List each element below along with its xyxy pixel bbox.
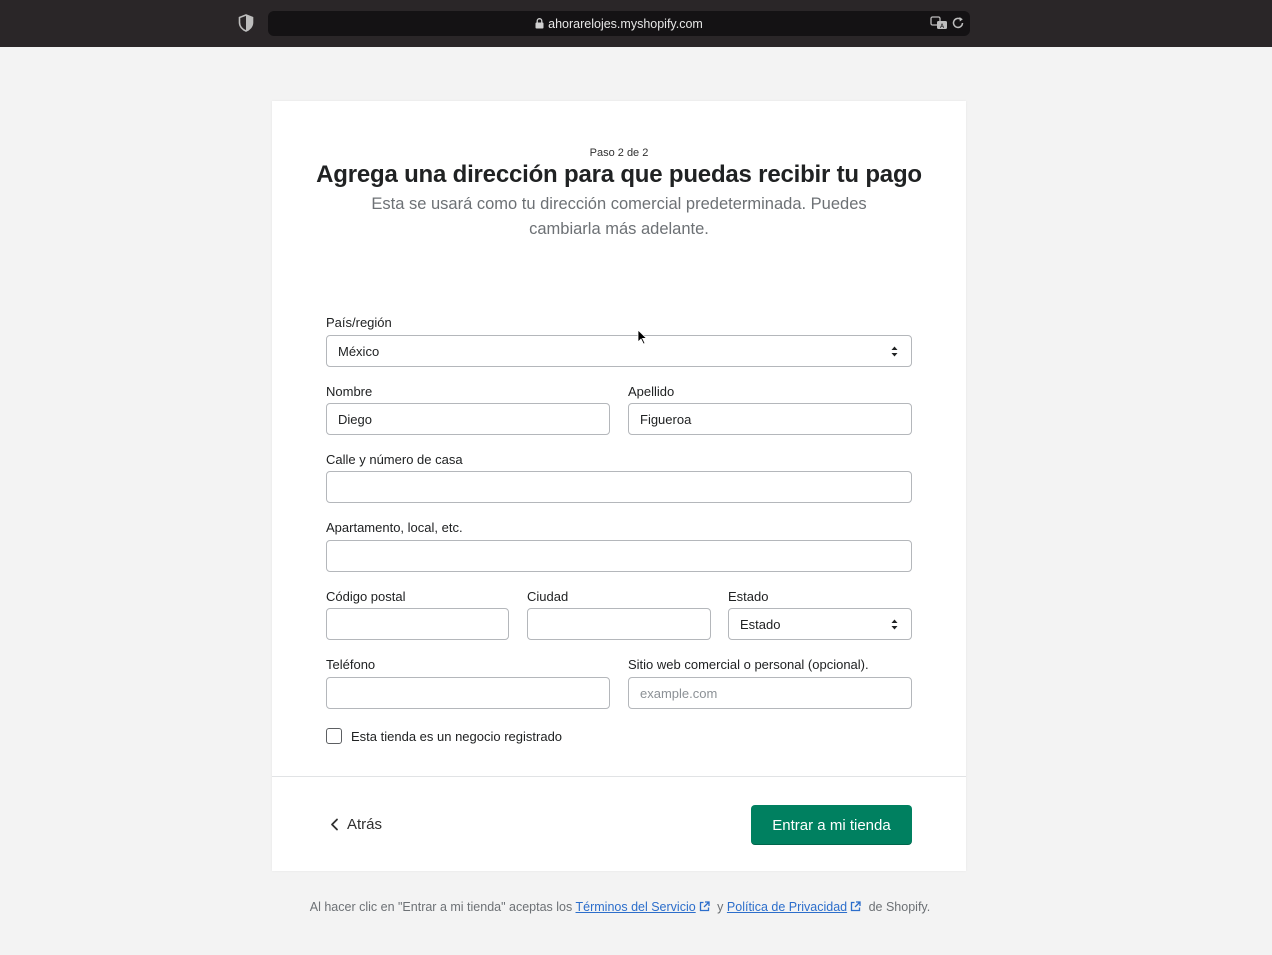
city-input[interactable] <box>527 608 711 640</box>
city-label: Ciudad <box>527 589 569 604</box>
phone-input[interactable] <box>326 677 610 709</box>
terms-link[interactable]: Términos del Servicio <box>576 900 696 914</box>
terms-link-label: Términos del Servicio <box>575 900 696 914</box>
legal-footer: Al hacer clic en "Entrar a mi tienda" ac… <box>300 898 940 917</box>
state-label: Estado <box>728 589 769 604</box>
shield-icon[interactable] <box>238 14 254 32</box>
url-label: ahorarelojes.myshopify.com <box>548 17 703 31</box>
address-bar[interactable]: ahorarelojes.myshopify.com A <box>268 11 970 36</box>
page-title: Agrega una dirección para que puedas rec… <box>316 161 922 188</box>
lock-icon <box>535 18 544 29</box>
state-value: Estado <box>740 616 781 632</box>
last-name-input[interactable]: Figueroa <box>628 403 912 435</box>
street-label: Calle y número de casa <box>326 452 463 467</box>
select-arrows-icon <box>891 619 898 630</box>
external-link-icon <box>699 901 710 912</box>
apartment-input[interactable] <box>326 540 912 572</box>
street-input[interactable] <box>326 471 912 503</box>
first-name-input[interactable]: Diego <box>326 403 610 435</box>
last-name-label: Apellido <box>628 384 675 399</box>
country-label: País/región <box>326 315 392 330</box>
privacy-link-label: Política de Privacidad <box>726 900 848 914</box>
state-select[interactable]: Estado <box>728 608 912 640</box>
footer-suffix: de Shopify. <box>868 900 931 914</box>
back-button-label: Atrás <box>347 815 383 833</box>
browser-toolbar: ahorarelojes.myshopify.com A <box>0 0 1272 47</box>
reload-icon[interactable] <box>951 16 965 30</box>
postal-code-input[interactable] <box>326 608 509 640</box>
website-input[interactable]: example.com <box>628 677 912 709</box>
first-name-label: Nombre <box>326 384 373 399</box>
registered-business-label[interactable]: Esta tienda es un negocio registrado <box>351 729 562 744</box>
address-bar-text: ahorarelojes.myshopify.com <box>268 17 970 31</box>
website-placeholder: example.com <box>640 685 718 701</box>
translate-icon[interactable]: A <box>930 16 948 30</box>
country-value: México <box>338 343 380 359</box>
mouse-cursor-icon <box>637 329 647 345</box>
enter-store-button-label: Entrar a mi tienda <box>772 816 891 834</box>
page-subtitle: Esta se usará como tu dirección comercia… <box>371 195 867 238</box>
footer-prefix: Al hacer clic en "Entrar a mi tienda" ac… <box>309 900 573 914</box>
country-select[interactable]: México <box>326 335 912 367</box>
apartment-label: Apartamento, local, etc. <box>326 520 463 535</box>
chevron-left-icon <box>331 818 338 830</box>
back-button[interactable]: Atrás <box>330 812 382 836</box>
website-label: Sitio web comercial o personal (opcional… <box>628 657 869 672</box>
enter-store-button[interactable]: Entrar a mi tienda <box>751 805 912 845</box>
last-name-value: Figueroa <box>640 411 692 427</box>
footer-and: y <box>717 900 724 914</box>
postal-code-label: Código postal <box>326 589 406 604</box>
select-arrows-icon <box>891 346 898 357</box>
privacy-link[interactable]: Política de Privacidad <box>727 900 847 914</box>
registered-business-checkbox[interactable] <box>326 728 342 744</box>
phone-label: Teléfono <box>326 657 376 672</box>
external-link-icon <box>850 901 861 912</box>
divider <box>272 776 966 777</box>
address-form-card: Paso 2 de 2 Agrega una dirección para qu… <box>272 101 966 871</box>
step-indicator: Paso 2 de 2 <box>589 147 649 159</box>
first-name-value: Diego <box>338 411 372 427</box>
